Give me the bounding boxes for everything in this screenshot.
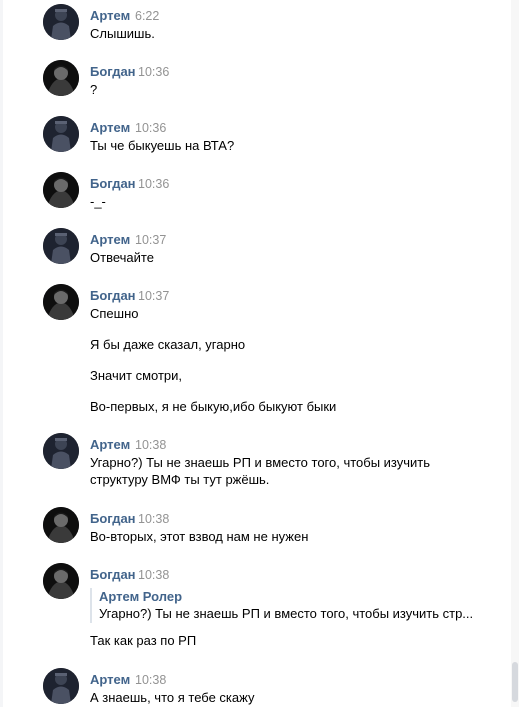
message-time[interactable]: 10:36	[135, 121, 166, 135]
author-name[interactable]: Богдан	[90, 567, 136, 582]
message-text: Во-вторых, этот взвод нам не нужен	[90, 529, 309, 544]
message-time[interactable]: 10:37	[135, 233, 166, 247]
message-text: Отвечайте	[90, 250, 154, 265]
message-text: А знаешь, что я тебе скажу	[90, 690, 255, 705]
message: Артем 10:36 Ты че быкуешь на ВТА?	[0, 112, 505, 168]
message-time[interactable]: 10:38	[135, 673, 166, 687]
message-text: Слышишь.	[90, 26, 155, 41]
avatar-icon[interactable]	[43, 668, 79, 704]
message: Богдан 10:37 Спешно Я бы даже сказал, уг…	[0, 280, 505, 428]
message-time[interactable]: 10:38	[135, 438, 166, 452]
message-time[interactable]: 10:38	[138, 568, 169, 582]
message-text: структуру ВМФ ты тут ржёшь.	[90, 472, 270, 487]
author-name[interactable]: Богдан	[90, 288, 136, 303]
avatar-icon[interactable]	[43, 563, 79, 599]
message-text: ?	[90, 82, 98, 97]
message-text: Так как раз по РП	[90, 633, 197, 648]
message-text: -_-	[90, 194, 106, 209]
author-name[interactable]: Богдан	[90, 176, 136, 191]
author-name[interactable]: Богдан	[90, 64, 136, 79]
message: Богдан 10:38 Во-вторых, этот взвод нам н…	[0, 503, 505, 559]
avatar-icon[interactable]	[43, 228, 79, 264]
author-name[interactable]: Артем	[90, 672, 130, 687]
author-name[interactable]: Артем	[90, 232, 130, 247]
message: Артем 10:38 Угарно?) Ты не знаешь РП и в…	[0, 429, 505, 503]
quote-author[interactable]: Артем Ролер	[99, 588, 489, 605]
message-time[interactable]: 6:22	[135, 9, 159, 23]
message: Артем 6:22 Слышишь.	[0, 0, 505, 56]
avatar-icon[interactable]	[43, 284, 79, 320]
avatar-icon[interactable]	[43, 172, 79, 208]
message-text: Я бы даже сказал, угарно	[90, 337, 246, 352]
message-time[interactable]: 10:38	[138, 512, 169, 526]
author-name[interactable]: Богдан	[90, 511, 136, 526]
quote-text: Угарно?) Ты не знаешь РП и вместо того, …	[99, 606, 474, 621]
quoted-message[interactable]: Артем Ролер Угарно?) Ты не знаешь РП и в…	[90, 588, 489, 623]
message: Богдан 10:36 ?	[0, 56, 505, 112]
message-text: Во-первых, я не быкую,ибо быкуют быки	[90, 399, 337, 414]
author-name[interactable]: Артем	[90, 437, 130, 452]
message: Богдан 10:38 Артем Ролер Угарно?) Ты не …	[0, 559, 505, 664]
avatar-icon[interactable]	[43, 4, 79, 40]
scrollbar[interactable]	[511, 0, 519, 707]
author-name[interactable]: Артем	[90, 8, 130, 23]
message: Богдан 10:36 -_-	[0, 168, 505, 224]
message-time[interactable]: 10:37	[138, 289, 169, 303]
message: Артем 10:38 А знаешь, что я тебе скажу	[0, 664, 505, 707]
author-name[interactable]: Артем	[90, 120, 130, 135]
avatar-icon[interactable]	[43, 116, 79, 152]
scrollbar-thumb[interactable]	[512, 662, 518, 702]
message-time[interactable]: 10:36	[138, 65, 169, 79]
avatar-icon[interactable]	[43, 507, 79, 543]
avatar-icon[interactable]	[43, 60, 79, 96]
message-text: Спешно	[90, 306, 139, 321]
avatar-icon[interactable]	[43, 433, 79, 469]
message-text: Ты че быкуешь на ВТА?	[90, 138, 235, 153]
message-time[interactable]: 10:36	[138, 177, 169, 191]
message-text: Значит смотри,	[90, 368, 183, 383]
message-text: Угарно?) Ты не знаешь РП и вместо того, …	[90, 455, 431, 470]
message: Артем 10:37 Отвечайте	[0, 224, 505, 280]
chat-history: Артем 6:22 Слышишь. Богдан 10:36 ? Артем…	[0, 0, 511, 707]
